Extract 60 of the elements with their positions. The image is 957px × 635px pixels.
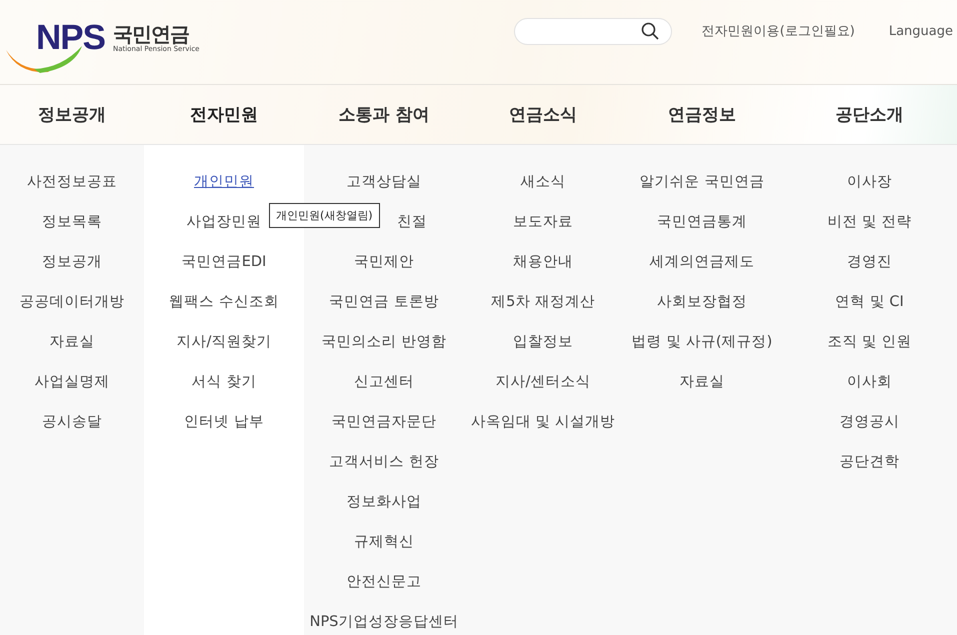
- nav-tab[interactable]: 연금소식: [509, 103, 577, 126]
- submenu-link[interactable]: 국민연금 토론방: [329, 292, 439, 310]
- submenu-link[interactable]: 법령 및 사규(제규정): [632, 332, 772, 350]
- submenu-link[interactable]: 사전정보공표: [27, 172, 117, 190]
- submenu-link[interactable]: 연혁 및 CI: [835, 292, 904, 310]
- submenu-link[interactable]: 사회보장협정: [657, 292, 747, 310]
- submenu-link[interactable]: 세계의연금제도: [650, 252, 754, 270]
- submenu-link[interactable]: 친절: [397, 212, 427, 230]
- submenu-link[interactable]: 이사장: [847, 172, 892, 190]
- submenu-link[interactable]: NPS기업성장응답센터: [310, 612, 458, 630]
- header-link[interactable]: Language: [888, 24, 953, 38]
- submenu-link[interactable]: 사업실명제: [34, 372, 110, 390]
- submenu-link[interactable]: 서식 찾기: [192, 372, 256, 390]
- logo-title: 국민연금: [112, 23, 189, 45]
- nav-tab[interactable]: 공단소개: [836, 103, 904, 126]
- submenu-link[interactable]: 정보목록: [42, 212, 102, 230]
- submenu-link[interactable]: 지사/직원찾기: [176, 332, 272, 350]
- logo-mark: NPS: [36, 18, 105, 58]
- submenu-link[interactable]: 이사회: [847, 372, 892, 390]
- submenu-link[interactable]: 개인민원: [194, 172, 254, 190]
- submenu-link[interactable]: 비전 및 전략: [827, 212, 912, 230]
- tooltip: 개인민원(새창열림): [269, 203, 380, 228]
- nav-tab[interactable]: 정보공개: [38, 103, 106, 126]
- submenu-link[interactable]: 공시송달: [42, 412, 102, 430]
- submenu-link[interactable]: 입찰정보: [513, 332, 573, 350]
- submenu-link[interactable]: 국민의소리 반영함: [322, 332, 446, 350]
- submenu-link[interactable]: 정보공개: [42, 252, 102, 270]
- submenu-link[interactable]: 조직 및 인원: [827, 332, 912, 350]
- submenu-link[interactable]: 보도자료: [513, 212, 573, 230]
- submenu-link[interactable]: 고객상담실: [346, 172, 422, 190]
- submenu-link[interactable]: 국민연금EDI: [182, 252, 266, 270]
- submenu-link[interactable]: 규제혁신: [354, 532, 414, 550]
- submenu-link[interactable]: 정보화사업: [346, 492, 422, 510]
- submenu-link[interactable]: 경영진: [847, 252, 892, 270]
- submenu-link[interactable]: 사옥임대 및 시설개방: [470, 412, 616, 430]
- submenu-link[interactable]: 공공데이터개방: [20, 292, 124, 310]
- submenu-link[interactable]: 사업장민원: [186, 212, 262, 230]
- search-icon[interactable]: [640, 22, 659, 40]
- submenu-link[interactable]: 국민연금통계: [657, 212, 747, 230]
- submenu-link[interactable]: 공단견학: [840, 452, 900, 470]
- submenu-link[interactable]: 제5차 재정계산: [491, 292, 595, 310]
- submenu-link[interactable]: 국민연금자문단: [332, 412, 436, 430]
- submenu-link[interactable]: 자료실: [50, 332, 94, 350]
- submenu-link[interactable]: 인터넷 납부: [184, 412, 264, 430]
- submenu-link[interactable]: 신고센터: [354, 372, 414, 390]
- submenu-link[interactable]: 웹팩스 수신조회: [169, 292, 279, 310]
- submenu-link[interactable]: 안전신문고: [346, 572, 422, 590]
- header-link[interactable]: 전자민원이용(로그인필요): [702, 22, 855, 40]
- submenu-link[interactable]: 경영공시: [840, 412, 900, 430]
- submenu-link[interactable]: 지사/센터소식: [496, 372, 590, 390]
- nav-tab[interactable]: 소통과 참여: [338, 103, 430, 126]
- submenu-link[interactable]: 새소식: [520, 172, 566, 190]
- nav-tab[interactable]: 연금정보: [668, 103, 736, 126]
- nav-tab[interactable]: 전자민원: [190, 103, 258, 126]
- submenu-link[interactable]: 고객서비스 헌장: [329, 452, 439, 470]
- submenu-link[interactable]: 자료실: [680, 372, 724, 390]
- submenu-link[interactable]: 채용안내: [513, 252, 573, 270]
- submenu-link[interactable]: 알기쉬운 국민연금: [640, 172, 764, 190]
- submenu-link[interactable]: 국민제안: [354, 252, 414, 270]
- search-field[interactable]: [514, 18, 672, 44]
